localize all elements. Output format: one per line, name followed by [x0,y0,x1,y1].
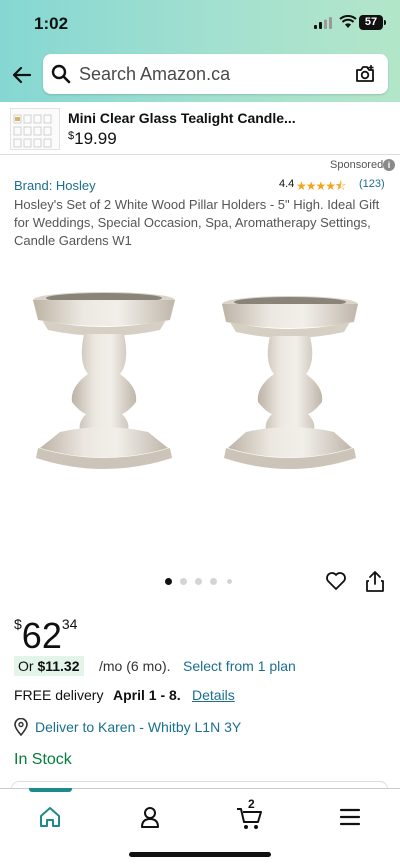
home-icon [40,807,60,827]
deliver-to-link[interactable]: Deliver to Karen - Whitby L1N 3Y [35,719,241,735]
location-pin-icon [14,718,28,736]
monthly-payment-term: /mo (6 mo). [99,658,171,674]
active-tab-indicator [29,788,72,792]
rating-stars-icon[interactable]: ★★★★⯪ [296,177,346,198]
carousel-dot[interactable] [195,578,202,585]
carousel-dot[interactable] [180,578,187,585]
heart-icon[interactable] [325,570,347,592]
sponsored-product-banner[interactable]: Mini Clear Glass Tealight Candle... $19.… [0,102,400,155]
wifi-icon [339,15,357,28]
nav-account-button[interactable] [130,797,170,837]
product-title: Hosley's Set of 2 White Wood Pillar Hold… [14,197,380,248]
cart-count: 2 [248,797,255,811]
carousel-dot[interactable] [165,578,172,585]
search-input[interactable] [79,54,339,94]
rating-count-link[interactable]: (123) [359,178,385,190]
home-indicator [129,852,271,857]
sponsored-label: Sponsored [330,159,384,171]
promo-title: Mini Clear Glass Tealight Candle... [68,110,296,126]
cellular-signal-icon [314,17,332,29]
hamburger-menu-icon [339,808,361,826]
rating-value: 4.4 [279,178,295,190]
left-pillar-holder [33,292,175,469]
delivery-label: FREE delivery [14,687,104,703]
brand-link[interactable]: Brand: Hosley [14,178,96,193]
info-icon[interactable]: i [383,159,395,171]
delivery-details-link[interactable]: Details [192,687,235,703]
nav-menu-button[interactable] [330,797,370,837]
product-image[interactable] [0,262,400,562]
share-icon[interactable] [365,570,385,592]
monthly-payment-badge: Or $11.32 [14,656,84,676]
right-pillar-holder [222,296,358,469]
select-plan-link[interactable]: Select from 1 plan [183,656,296,676]
battery-icon: 57 [359,15,387,30]
search-bar[interactable] [43,54,388,94]
carousel-dot[interactable] [210,578,217,585]
status-time: 1:02 [34,14,69,33]
camera-search-icon[interactable] [354,63,376,85]
stock-status: In Stock [14,751,72,768]
carousel-dot[interactable] [227,579,232,584]
account-icon [141,807,159,828]
nav-cart-button[interactable]: 2 [230,797,270,837]
delivery-date: April 1 - 8. [113,687,181,703]
image-carousel-dots[interactable] [165,576,235,586]
promo-price: $19.99 [68,129,117,148]
promo-product-thumbnail [10,108,60,150]
search-icon [51,64,71,84]
nav-home-button[interactable] [30,797,70,837]
back-arrow-icon[interactable] [10,63,34,87]
top-header: 1:02 57 [0,0,400,102]
battery-level: 57 [364,16,378,28]
product-price: $6234 [14,615,78,656]
